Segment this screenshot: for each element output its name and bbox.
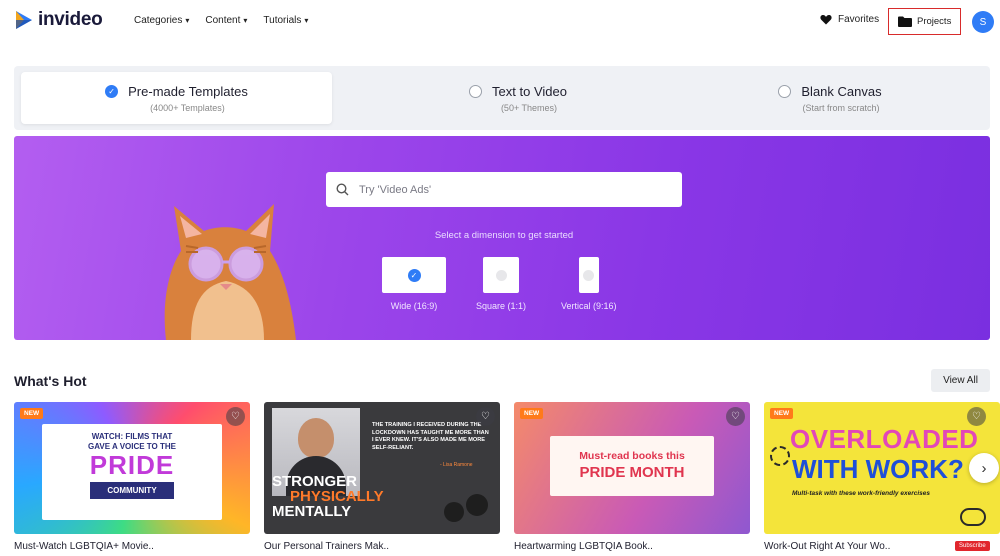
dimension-prompt: Select a dimension to get started: [434, 230, 574, 241]
new-badge: NEW: [20, 408, 44, 419]
mode-subtitle: (4000+ Templates): [150, 102, 225, 113]
subscribe-badge[interactable]: Subscribe: [955, 541, 990, 551]
dimension-wide[interactable]: ✓ Wide (16:9): [382, 257, 446, 311]
search-icon: [336, 183, 349, 196]
template-card[interactable]: THE TRAINING I RECEIVED DURING THE LOCKD…: [264, 402, 500, 534]
avatar[interactable]: S: [972, 11, 994, 33]
card-line: PHYSICALLY: [290, 488, 384, 505]
nav-tutorials-label: Tutorials: [263, 15, 302, 26]
card-line: OVERLOADED: [790, 424, 979, 454]
favorite-heart-icon[interactable]: ♡: [967, 407, 986, 426]
card-caption[interactable]: Must-Watch LGBTQIA+ Movie..: [14, 541, 154, 552]
radio-dot-icon: [583, 269, 595, 281]
card-line: WATCH: FILMS THAT: [91, 432, 173, 441]
favorite-heart-icon[interactable]: ♡: [476, 407, 495, 426]
card-line: WITH WORK?: [792, 454, 964, 484]
main-nav: Categories ▾ Content ▾ Tutorials ▾: [134, 15, 308, 26]
mode-subtitle: (50+ Themes): [500, 102, 558, 113]
card-line: STRONGER: [272, 473, 358, 490]
dimension-square-box: [483, 257, 520, 293]
radio-checked-icon: ✓: [105, 84, 119, 98]
logo[interactable]: invideo: [14, 9, 103, 31]
card-headline: STRONGER PHYSICALLY MENTALLY: [272, 474, 384, 519]
card-heading: WATCH: FILMS THAT GAVE A VOICE TO THE: [42, 432, 222, 452]
dumbbells-icon: [440, 490, 490, 530]
nav-content[interactable]: Content ▾: [205, 15, 247, 26]
card-community-label: COMMUNITY: [90, 482, 174, 499]
card-caption[interactable]: Heartwarming LGBTQIA Book..: [514, 541, 653, 552]
dimension-vertical[interactable]: Vertical (9:16): [561, 257, 617, 311]
logo-text: invideo: [38, 9, 103, 30]
card-line: MENTALLY: [272, 503, 352, 520]
radio-dot-icon: [495, 269, 507, 281]
gear-doodle-icon: [770, 446, 790, 466]
dimension-vertical-box: [578, 257, 599, 293]
check-icon: ✓: [407, 268, 421, 282]
template-card[interactable]: Must-read books this PRIDE MONTH NEW ♡: [514, 402, 750, 534]
template-search[interactable]: [326, 172, 682, 207]
mode-title: Text to Video: [492, 83, 567, 99]
invideo-logo-icon: [16, 11, 32, 29]
cat-with-sunglasses-illustration: [164, 204, 296, 340]
chevron-down-icon: ▾: [243, 16, 248, 25]
card-quote-author: - Lisa Ramone: [440, 462, 473, 468]
projects-button[interactable]: Projects: [888, 8, 961, 35]
card-line: Must-read books this: [579, 450, 685, 462]
mode-title: Blank Canvas: [801, 83, 882, 99]
nav-categories[interactable]: Categories ▾: [134, 15, 189, 26]
favorite-heart-icon[interactable]: ♡: [726, 407, 745, 426]
template-card[interactable]: WATCH: FILMS THAT GAVE A VOICE TO THE PRI…: [14, 402, 250, 534]
nav-tutorials[interactable]: Tutorials ▾: [263, 15, 308, 26]
top-bar: invideo Categories ▾ Content ▾ Tutorials ▾ …: [0, 0, 1000, 44]
favorites-label: Favorites: [838, 14, 880, 25]
template-card[interactable]: OVERLOADED WITH WORK? Multi-task with th…: [764, 402, 1000, 534]
face-shape: [298, 418, 334, 458]
nav-categories-label: Categories: [134, 15, 183, 26]
radio-icon: [469, 84, 483, 98]
carousel-next-arrow-icon[interactable]: ›: [969, 453, 999, 483]
chevron-down-icon: ▾: [185, 16, 190, 25]
mode-premade-templates[interactable]: ✓ Pre-made Templates (4000+ Templates): [21, 72, 332, 124]
dimension-label: Vertical (9:16): [561, 301, 617, 311]
heart-icon: [820, 15, 832, 25]
card-line: Multi-task with these work-friendly exer…: [792, 490, 930, 497]
hero-banner: Select a dimension to get started ✓ Wide…: [14, 136, 990, 340]
mode-text-to-video[interactable]: Text to Video (50+ Themes): [358, 72, 678, 124]
dimension-label: Square (1:1): [476, 301, 527, 311]
card-caption[interactable]: Our Personal Trainers Mak..: [264, 541, 389, 552]
search-input[interactable]: [359, 183, 659, 196]
favorite-heart-icon[interactable]: ♡: [226, 407, 245, 426]
new-badge: NEW: [770, 408, 794, 419]
mode-subtitle: (Start from scratch): [802, 102, 880, 113]
favorites-link[interactable]: Favorites: [820, 14, 879, 25]
whats-hot-title: What's Hot: [14, 373, 87, 389]
mode-title: Pre-made Templates: [128, 83, 248, 99]
card-line: PRIDE MONTH: [579, 464, 685, 481]
radio-icon: [778, 84, 792, 98]
dimension-wide-box: ✓: [382, 257, 446, 293]
jump-rope-doodle-icon: [960, 508, 986, 526]
dimension-square[interactable]: Square (1:1): [476, 257, 526, 311]
folder-icon: [898, 16, 912, 27]
card-pride-text: PRIDE: [89, 450, 175, 480]
view-all-button[interactable]: View All: [931, 369, 990, 392]
card-caption[interactable]: Work-Out Right At Your Wo..: [764, 541, 890, 552]
chevron-down-icon: ▾: [304, 16, 309, 25]
mode-blank-canvas[interactable]: Blank Canvas (Start from scratch): [680, 72, 980, 124]
projects-label: Projects: [917, 16, 952, 27]
card-quote: THE TRAINING I RECEIVED DURING THE LOCKD…: [372, 422, 489, 451]
nav-content-label: Content: [205, 15, 241, 26]
mode-selector: ✓ Pre-made Templates (4000+ Templates) Te…: [14, 66, 990, 130]
dimension-label: Wide (16:9): [390, 301, 438, 311]
new-badge: NEW: [520, 408, 544, 419]
